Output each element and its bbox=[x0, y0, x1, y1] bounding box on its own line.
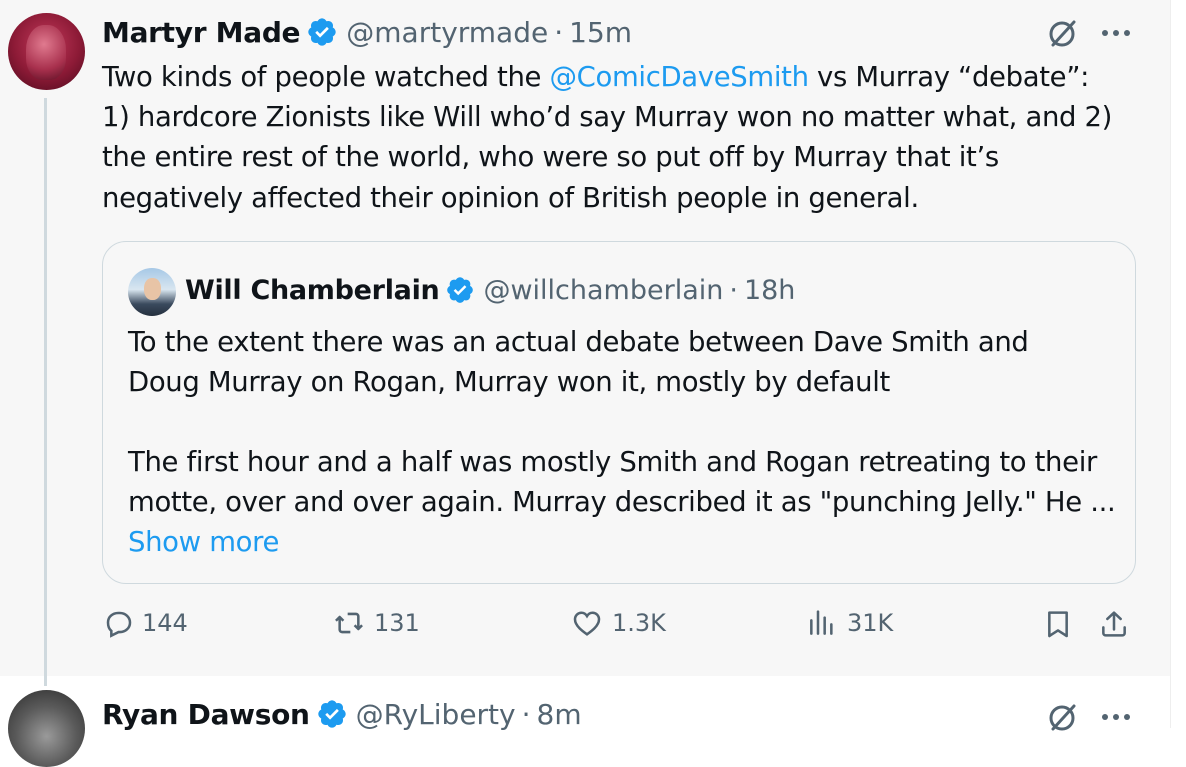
view-count: 31K bbox=[847, 609, 894, 637]
reply-count: 144 bbox=[142, 609, 188, 637]
views-button[interactable]: 31K bbox=[805, 607, 893, 639]
show-more-link[interactable]: Show more bbox=[128, 522, 1118, 562]
tweet-line-4: negatively affected their opinion of Bri… bbox=[102, 181, 919, 214]
like-icon bbox=[573, 611, 601, 636]
timestamp[interactable]: 8m bbox=[537, 698, 582, 731]
repost-icon bbox=[335, 612, 363, 634]
more-icon[interactable] bbox=[1102, 28, 1138, 38]
verified-badge-icon bbox=[308, 18, 336, 46]
like-button[interactable]: 1.3K bbox=[570, 607, 666, 639]
grok-icon[interactable] bbox=[1046, 16, 1080, 50]
quoted-line: motte, over and over again. Murray descr… bbox=[128, 486, 1116, 518]
reply-button[interactable]: 144 bbox=[102, 607, 188, 639]
tweet-line-1: Two kinds of people watched the @ComicDa… bbox=[102, 57, 1132, 97]
tweet-text-segment: Two kinds of people watched the bbox=[102, 61, 550, 93]
tweet-line-3: the entire rest of the world, who were s… bbox=[102, 141, 999, 174]
dot-separator: · bbox=[729, 274, 738, 306]
thread-line bbox=[44, 98, 47, 686]
repost-count: 131 bbox=[374, 609, 420, 637]
tweet-line-2: 1) hardcore Zionists like Will who’d say… bbox=[102, 101, 1113, 134]
views-icon bbox=[810, 610, 833, 635]
mention-link[interactable]: @ComicDaveSmith bbox=[550, 61, 810, 93]
quoted-line: The first hour and a half was mostly Smi… bbox=[128, 446, 1097, 478]
share-icon bbox=[1102, 611, 1126, 637]
quoted-author-handle[interactable]: @willchamberlain bbox=[483, 275, 723, 306]
verified-badge-icon bbox=[447, 277, 474, 303]
scroll-edge bbox=[1170, 0, 1186, 728]
quoted-line: To the extent there was an actual debate… bbox=[128, 326, 1029, 358]
tweet-text-segment: vs Murray “debate”: bbox=[808, 61, 1090, 93]
author-name[interactable]: Ryan Dawson bbox=[102, 698, 310, 731]
avatar[interactable] bbox=[8, 690, 85, 767]
grok-icon[interactable] bbox=[1046, 700, 1080, 734]
quoted-tweet[interactable]: Will Chamberlain @willchamberlain · 18h … bbox=[102, 241, 1136, 584]
author-handle[interactable]: @RyLiberty bbox=[356, 698, 516, 731]
action-bar: 144 131 1.3K 31K bbox=[102, 607, 1142, 651]
dot-separator: · bbox=[554, 15, 564, 49]
tweet-header: Martyr Made @martyrmade · 15m bbox=[102, 14, 632, 50]
repost-button[interactable]: 131 bbox=[332, 607, 420, 639]
avatar[interactable] bbox=[8, 13, 85, 90]
quoted-line: Doug Murray on Rogan, Murray won it, mos… bbox=[128, 366, 890, 398]
bookmark-button[interactable] bbox=[1042, 607, 1074, 641]
dot-separator: · bbox=[521, 697, 531, 731]
avatar-face bbox=[26, 25, 66, 80]
timestamp[interactable]: 15m bbox=[569, 16, 632, 49]
reply-icon bbox=[106, 611, 132, 638]
like-count: 1.3K bbox=[612, 609, 666, 637]
quoted-header: Will Chamberlain @willchamberlain · 18h bbox=[185, 272, 795, 308]
quoted-avatar[interactable] bbox=[128, 268, 176, 316]
verified-badge-icon bbox=[318, 700, 346, 728]
author-handle[interactable]: @martyrmade bbox=[346, 16, 548, 49]
tweet-header: Ryan Dawson @RyLiberty · 8m bbox=[102, 696, 582, 732]
more-icon[interactable] bbox=[1102, 712, 1138, 722]
quoted-avatar-head bbox=[144, 278, 161, 300]
quoted-text: To the extent there was an actual debate… bbox=[128, 322, 1118, 562]
share-button[interactable] bbox=[1098, 607, 1130, 641]
bookmark-icon bbox=[1048, 611, 1068, 638]
tweet-text: Two kinds of people watched the @ComicDa… bbox=[102, 57, 1132, 218]
quoted-timestamp[interactable]: 18h bbox=[744, 275, 795, 306]
quoted-author-name[interactable]: Will Chamberlain bbox=[185, 275, 440, 306]
author-name[interactable]: Martyr Made bbox=[102, 16, 301, 49]
